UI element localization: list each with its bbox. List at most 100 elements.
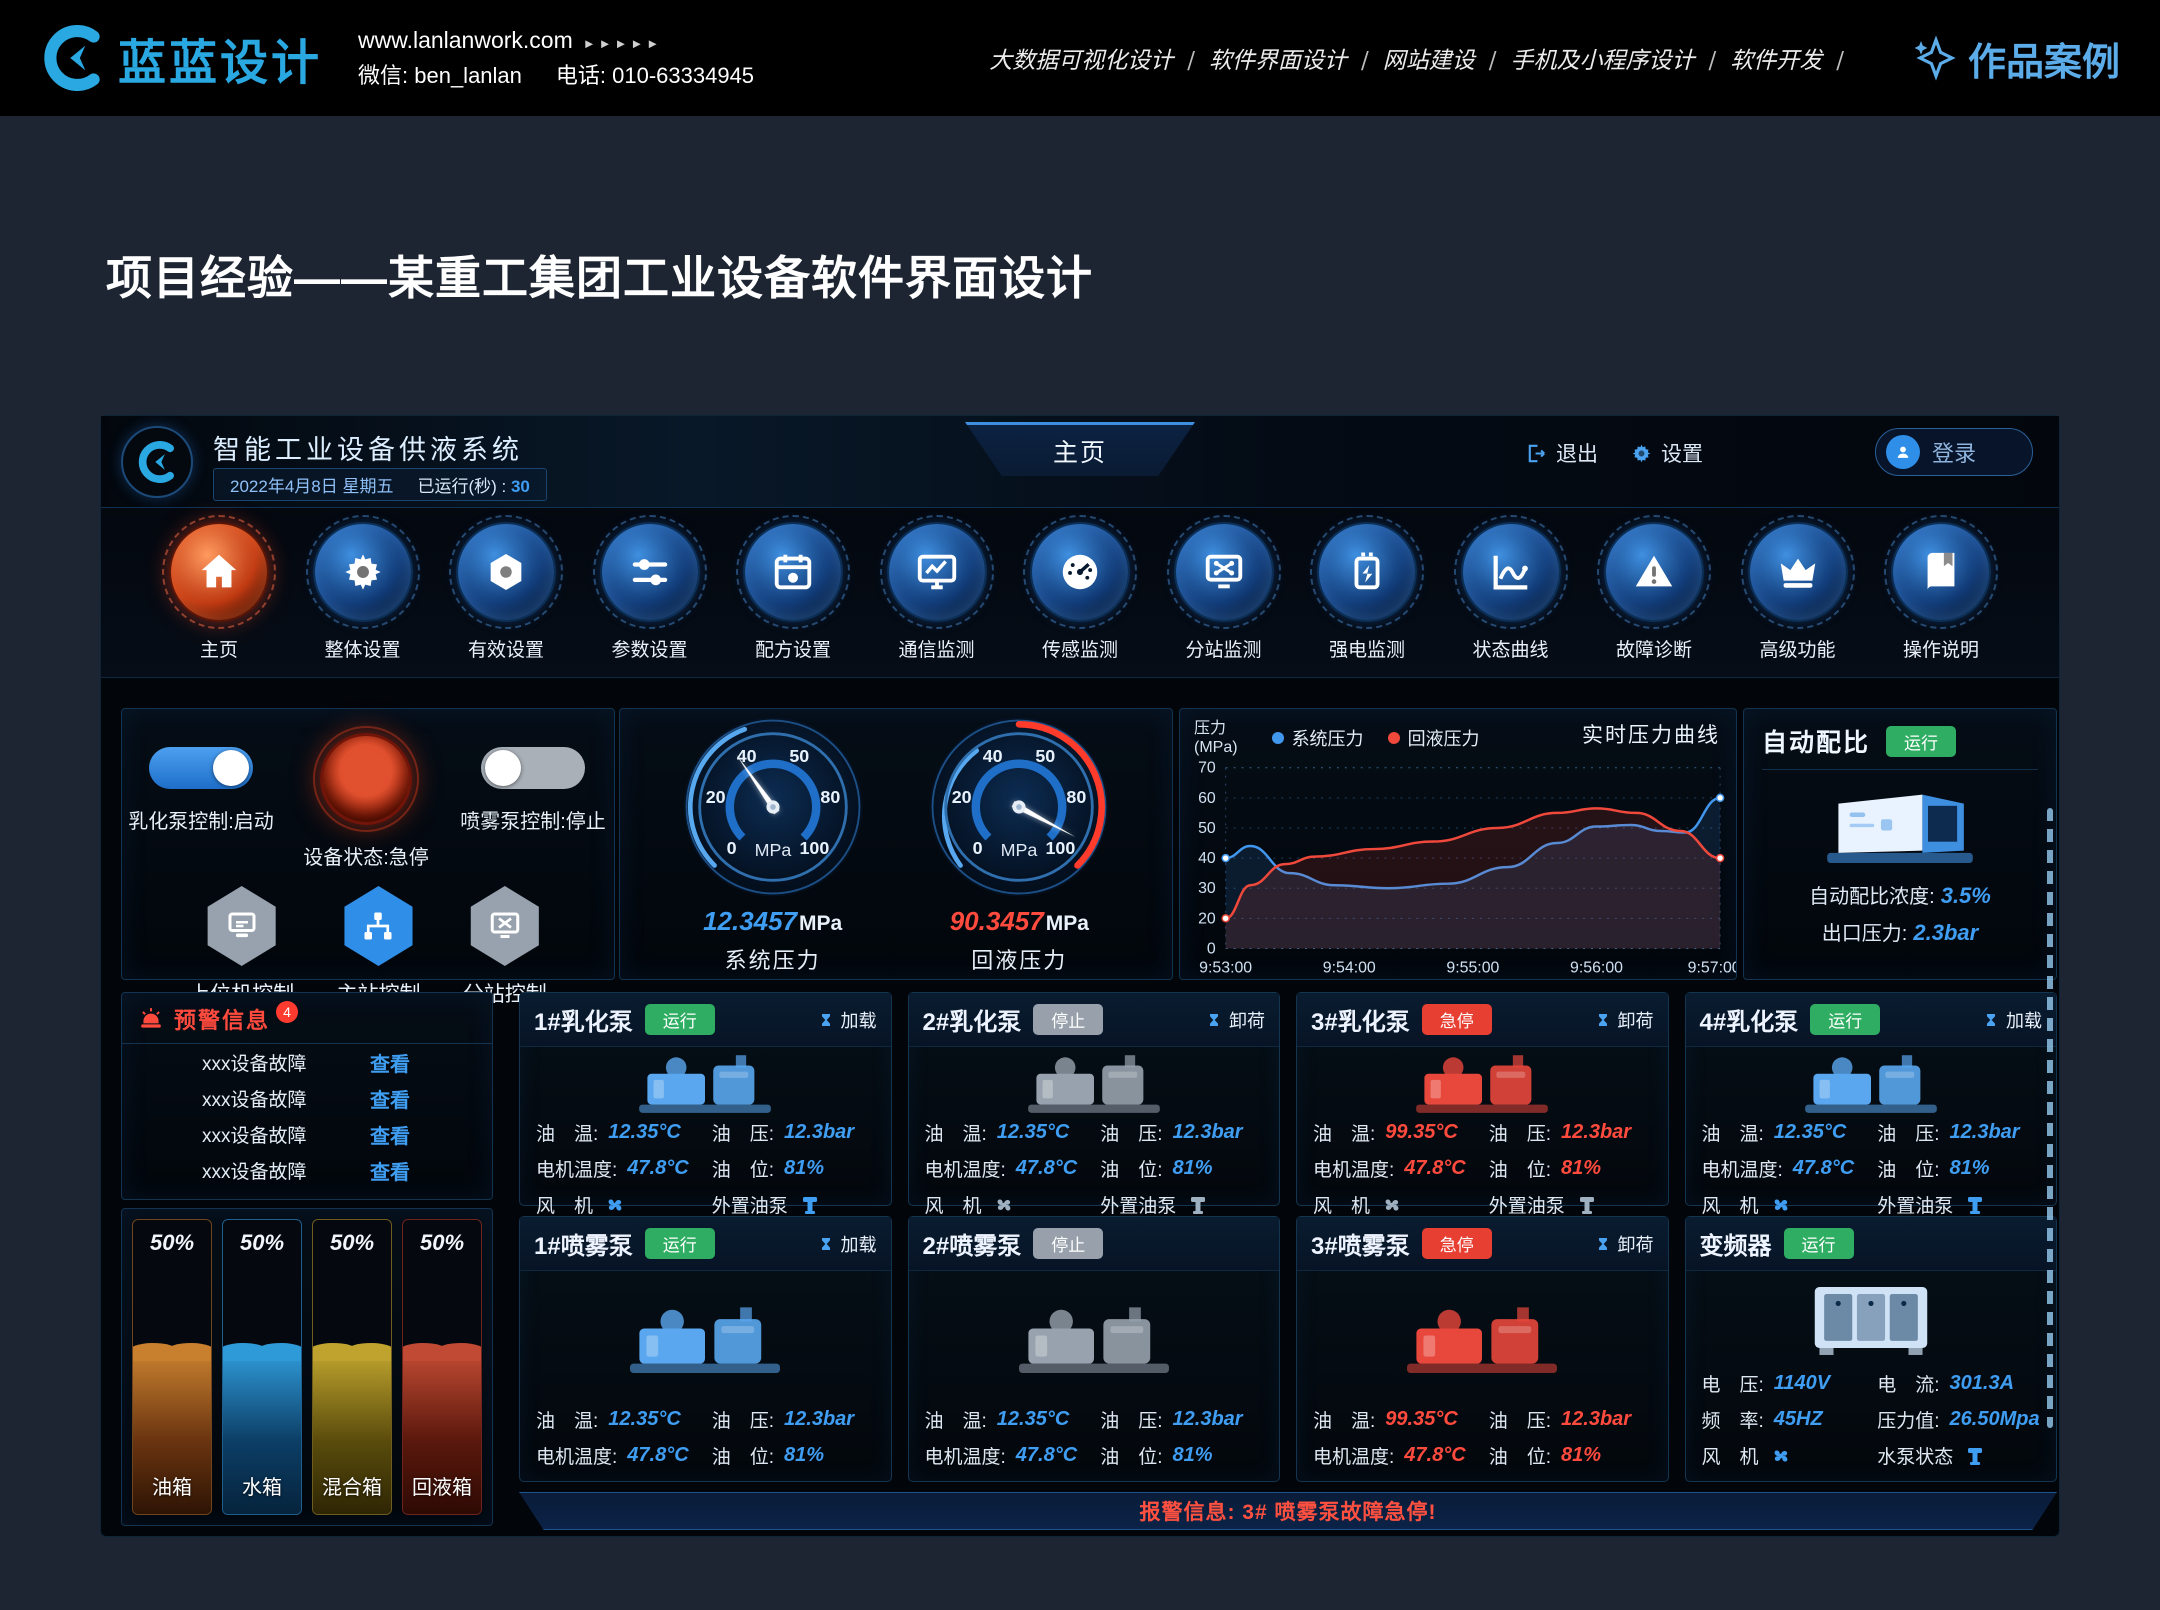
oil-level-value: 81%: [784, 1444, 824, 1467]
chart-legend: 系统压力 回液压力: [1272, 725, 1480, 751]
x-tick: 9:55:00: [1446, 960, 1499, 977]
control-hex-button[interactable]: 上位机控制: [189, 886, 294, 1008]
runtime-value: 30: [511, 477, 530, 496]
tab-home[interactable]: 主页: [965, 422, 1195, 476]
nav-item[interactable]: 故障诊断: [1588, 522, 1720, 677]
svg-text:100: 100: [799, 838, 829, 858]
nav-item[interactable]: 高级功能: [1732, 522, 1864, 677]
control-hex-button[interactable]: 分站控制: [463, 886, 547, 1008]
gear-icon: [340, 549, 386, 595]
warning-row: xxx设备故障 查看: [122, 1116, 492, 1152]
svg-text:80: 80: [1067, 787, 1087, 807]
nav-item-label: 通信监测: [871, 635, 1003, 662]
inverter-machine-image: [1787, 1280, 1955, 1362]
nav-item[interactable]: 分站监测: [1158, 522, 1290, 677]
control-hex-button[interactable]: 主站控制: [336, 886, 420, 1008]
login-button[interactable]: 登录: [1875, 428, 2033, 476]
return-pressure-label: 回液压力: [925, 943, 1113, 975]
nav-item[interactable]: 通信监测: [871, 522, 1003, 677]
nav-item-label: 故障诊断: [1588, 635, 1720, 662]
svg-text:50: 50: [1036, 746, 1056, 766]
topnav-item[interactable]: 大数据可视化设计: [989, 41, 1209, 75]
nav-item[interactable]: 主页: [153, 522, 285, 677]
emulsion-pump-toggle[interactable]: [149, 747, 253, 789]
wechat-contact: 微信: ben_lanlan: [358, 59, 522, 93]
gear-icon: [1630, 442, 1653, 465]
nav-item-label: 整体设置: [297, 635, 429, 662]
nav-item[interactable]: 强电监测: [1301, 522, 1433, 677]
pump-card: 3#乳化泵 急停 卸荷 油 温:99.35°C 油 压:12.3bar 电机温度…: [1296, 992, 1669, 1206]
view-link[interactable]: 查看: [370, 1048, 410, 1077]
settings-button[interactable]: 设置: [1630, 438, 1703, 468]
oil-temp-value: 12.35°C: [1774, 1121, 1847, 1144]
pump-card: 2#乳化泵 停止 卸荷 油 温:12.35°C 油 压:12.3bar 电机温度…: [908, 992, 1281, 1206]
view-link[interactable]: 查看: [370, 1084, 410, 1113]
fan-icon: [603, 1193, 627, 1217]
nav-item[interactable]: 有效设置: [440, 522, 572, 677]
dashboard-header: 智能工业设备供液系统 2022年4月8日 星期五 已运行(秒) : 30 主页 …: [101, 416, 2059, 508]
topnav-item[interactable]: 软件界面设计: [1209, 41, 1383, 75]
load-button[interactable]: 加载: [818, 1231, 877, 1257]
legend-dot-return: [1388, 732, 1400, 744]
oil-temp-value: 99.35°C: [1385, 1408, 1458, 1431]
load-button[interactable]: 卸荷: [1595, 1231, 1654, 1257]
oil-temp-value: 12.35°C: [997, 1408, 1070, 1431]
site-url[interactable]: www.lanlanwork.com: [358, 27, 573, 53]
emulsion-pump-row: 1#乳化泵 运行 加载 油 温:12.35°C 油 压:12.3bar 电机温度…: [519, 992, 2057, 1206]
tank-level-panel: 50% 油箱 50% 水箱 50% 混合箱 50%: [121, 1208, 493, 1526]
dashboard-nav: 主页 整体设置 有效设置: [101, 508, 2059, 678]
outlet-pressure-value: 2.3bar: [1913, 920, 1978, 945]
oil-pressure-value: 12.3bar: [1173, 1408, 1243, 1431]
runtime-label: 已运行(秒) :: [417, 477, 506, 496]
nav-item[interactable]: 整体设置: [297, 522, 429, 677]
hourglass-icon: [1595, 1009, 1611, 1031]
svg-text:20: 20: [952, 787, 972, 807]
frequency-value: 45HZ: [1774, 1408, 1823, 1431]
nav-item[interactable]: 传感监测: [1014, 522, 1146, 677]
site-logo[interactable]: 蓝蓝设计: [40, 23, 322, 93]
view-link[interactable]: 查看: [370, 1156, 410, 1185]
warning-panel: 预警信息 4 xxx设备故障 查看 xxx设备故障 查看 xxx设备故障 查看: [121, 992, 493, 1200]
curve-icon: [1488, 549, 1534, 595]
pump-machine-image: [621, 1298, 789, 1380]
nav-item[interactable]: 状态曲线: [1445, 522, 1577, 677]
pump-card-title: 1#喷雾泵: [534, 1226, 633, 1261]
status-badge: 急停: [1422, 1228, 1492, 1259]
warning-text: xxx设备故障: [202, 1085, 307, 1112]
warning-text: xxx设备故障: [202, 1049, 307, 1076]
portfolio-link[interactable]: 作品案例: [1910, 31, 2120, 86]
spray-pump-toggle[interactable]: [481, 747, 585, 789]
x-tick: 9:57:00: [1688, 960, 1736, 977]
oil-level-value: 81%: [1950, 1157, 1990, 1180]
logout-button[interactable]: 退出: [1525, 438, 1598, 468]
load-button[interactable]: 卸荷: [1595, 1007, 1654, 1033]
pressure-chart-panel: 压力(MPa) 系统压力 回液压力 实时压力曲线 70605040302009:…: [1179, 708, 1737, 980]
data-point: [1717, 795, 1724, 802]
nav-item[interactable]: 配方设置: [727, 522, 859, 677]
pump-card-title: 2#乳化泵: [923, 1002, 1022, 1037]
emulsion-pump-toggle-label: 乳化泵控制:启动: [121, 805, 281, 834]
oil-temp-value: 99.35°C: [1385, 1121, 1458, 1144]
load-button[interactable]: 加载: [818, 1007, 877, 1033]
load-button[interactable]: 卸荷: [1206, 1007, 1265, 1033]
return-pressure-gauge: 0 20 40 50 80 100 MPa 90.3457MPa 回液压力: [925, 713, 1113, 975]
status-badge: 运行: [1784, 1228, 1854, 1259]
pump-card-title: 3#乳化泵: [1311, 1002, 1410, 1037]
nav-item[interactable]: 操作说明: [1875, 522, 2007, 677]
pump-card-title: 4#乳化泵: [1700, 1002, 1799, 1037]
pump-machine-image: [1796, 1047, 1946, 1119]
topnav-item[interactable]: 手机及小程序设计: [1510, 41, 1730, 75]
comm-monitor-icon: [914, 549, 960, 595]
emergency-stop-button[interactable]: [320, 733, 412, 825]
topnav-item[interactable]: 软件开发: [1730, 41, 1858, 75]
nav-item[interactable]: 参数设置: [584, 522, 716, 677]
topnav-item[interactable]: 网站建设: [1383, 41, 1511, 75]
tank: 50% 水箱: [222, 1219, 302, 1515]
star-icon: [1910, 34, 1958, 82]
svg-text:100: 100: [1046, 838, 1076, 858]
system-pressure-value: 12.3457: [703, 906, 797, 936]
legend-label-return: 回液压力: [1408, 725, 1480, 751]
y-tick: 20: [1198, 911, 1216, 928]
load-button[interactable]: 加载: [1983, 1007, 2042, 1033]
view-link[interactable]: 查看: [370, 1120, 410, 1149]
